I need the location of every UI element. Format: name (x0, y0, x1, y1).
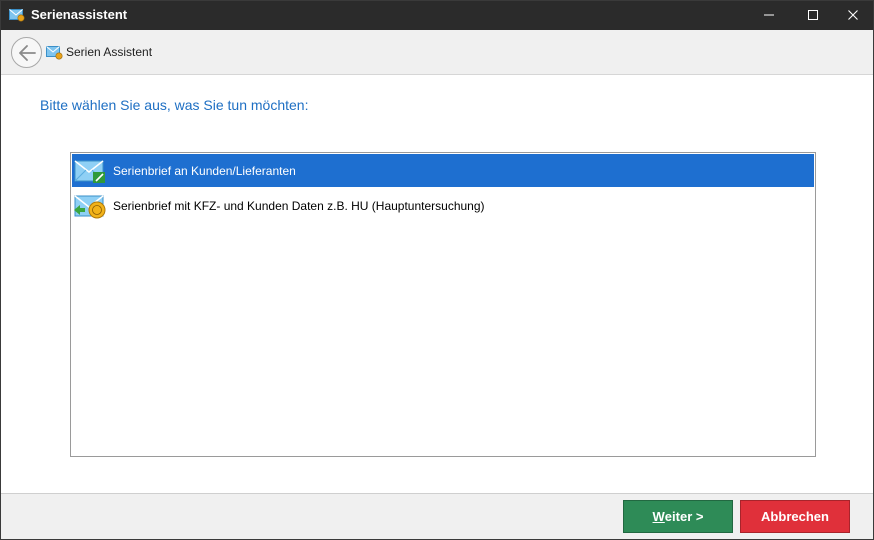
back-arrow-icon (18, 44, 36, 61)
list-item-label: Serienbrief an Kunden/Lieferanten (113, 164, 296, 178)
list-item-serienbrief-kunden[interactable]: Serienbrief an Kunden/Lieferanten (72, 154, 814, 187)
title-bar[interactable]: Serienassistent (0, 0, 874, 30)
wizard-header: Serien Assistent (0, 30, 874, 75)
option-list[interactable]: Serienbrief an Kunden/Lieferanten Serien… (70, 152, 816, 457)
close-button[interactable] (830, 0, 874, 30)
envelope-icon (46, 46, 63, 60)
next-button-label: eiter > (664, 509, 704, 524)
maximize-icon (808, 10, 818, 20)
envelope-seal-icon (74, 195, 106, 219)
instruction-text: Bitte wählen Sie aus, was Sie tun möchte… (40, 97, 309, 113)
envelope-edit-icon (74, 160, 105, 183)
envelope-icon (9, 9, 25, 22)
cancel-button[interactable]: Abbrechen (740, 500, 850, 533)
window-title: Serienassistent (31, 7, 128, 22)
back-button[interactable] (11, 37, 42, 68)
close-icon (848, 10, 858, 20)
minimize-button[interactable] (746, 0, 792, 30)
wizard-title: Serien Assistent (66, 45, 153, 59)
list-item-serienbrief-kfz[interactable]: Serienbrief mit KFZ- und Kunden Daten z.… (72, 189, 814, 222)
minimize-icon (764, 14, 774, 16)
next-button[interactable]: Weiter > (623, 500, 733, 533)
list-item-label: Serienbrief mit KFZ- und Kunden Daten z.… (113, 199, 485, 213)
wizard-footer: Weiter > Abbrechen (0, 493, 874, 540)
next-button-accelerator: W (652, 509, 665, 524)
